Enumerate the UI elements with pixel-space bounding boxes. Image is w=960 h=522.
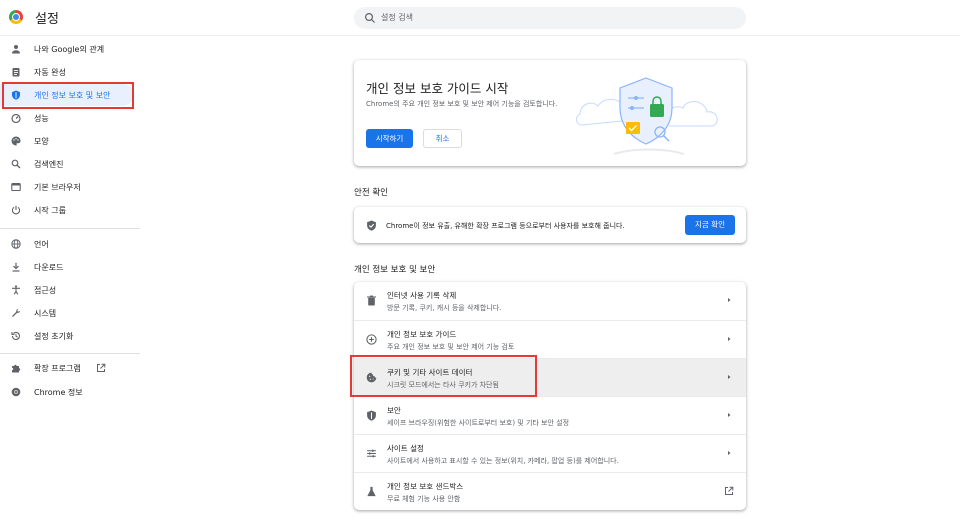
sidebar-item-system[interactable]: 시스템 bbox=[0, 302, 134, 324]
privacy-section-heading: 개인 정보 보호 및 보안 bbox=[354, 265, 436, 275]
sidebar-item-default-browser[interactable]: 기본 브라우저 bbox=[0, 176, 134, 198]
chrome-logo-icon bbox=[9, 10, 23, 24]
list-item-title: 개인 정보 보호 샌드박스 bbox=[387, 482, 464, 491]
list-item-title: 인터넷 사용 기록 삭제 bbox=[387, 291, 457, 300]
list-item-security[interactable]: 보안 세이프 브라우징(위험한 사이트로부터 보호) 및 기타 보안 설정 bbox=[354, 396, 746, 434]
sidebar-item-label: 검색엔진 bbox=[34, 160, 64, 169]
puzzle-icon bbox=[12, 364, 21, 373]
sidebar-item-label: 나와 Google의 관계 bbox=[34, 45, 105, 54]
chevron-right-icon bbox=[728, 298, 731, 302]
shield-check-icon bbox=[367, 220, 376, 231]
safety-check-heading: 안전 확인 bbox=[354, 188, 388, 198]
tune-icon bbox=[367, 449, 376, 458]
palette-icon bbox=[11, 136, 21, 146]
sidebar-item-label: 모양 bbox=[34, 137, 49, 146]
page-title: 설정 bbox=[35, 12, 59, 27]
sidebar-item-label: 성능 bbox=[34, 114, 49, 123]
search-icon bbox=[364, 12, 375, 23]
sidebar-item-label: 자동 완성 bbox=[34, 68, 66, 77]
top-bar: 설정 설정 검색 bbox=[0, 0, 960, 36]
list-item-subtitle: 세이프 브라우징(위험한 사이트로부터 보호) 및 기타 보안 설정 bbox=[387, 419, 570, 427]
privacy-guide-description: Chrome의 주요 개인 정보 보호 및 보안 제어 기능을 검토합니다. bbox=[366, 100, 558, 108]
sidebar-item-label: 접근성 bbox=[34, 286, 57, 295]
chevron-right-icon bbox=[728, 413, 731, 417]
sidebar-item-languages[interactable]: 언어 bbox=[0, 233, 134, 255]
external-link-icon bbox=[725, 486, 734, 495]
sidebar-item-label: 다운로드 bbox=[34, 263, 64, 272]
list-item-subtitle: 방문 기록, 쿠키, 캐시 등을 삭제합니다. bbox=[387, 304, 502, 312]
browser-icon bbox=[11, 182, 21, 192]
sidebar-item-downloads[interactable]: 다운로드 bbox=[0, 256, 134, 278]
sidebar-item-appearance[interactable]: 모양 bbox=[0, 130, 134, 152]
list-item-title: 사이트 설정 bbox=[387, 444, 424, 453]
reset-icon bbox=[11, 331, 20, 340]
accessibility-icon bbox=[12, 285, 20, 295]
list-item-subtitle: 주요 개인 정보 보호 및 보안 제어 기능 검토 bbox=[387, 343, 515, 351]
sidebar-item-label: 언어 bbox=[34, 240, 49, 249]
wrench-icon bbox=[12, 308, 21, 317]
sidebar-item-label: 설정 초기화 bbox=[34, 332, 74, 341]
list-item-title: 개인 정보 보호 가이드 bbox=[387, 330, 457, 339]
sidebar-item-label: 시작 그룹 bbox=[34, 206, 66, 215]
safety-check-text: Chrome이 정보 유출, 유해한 확장 프로그램 등으로부터 사용자를 보호… bbox=[386, 222, 625, 230]
sidebar-item-reset[interactable]: 설정 초기화 bbox=[0, 325, 134, 347]
trash-icon bbox=[367, 295, 376, 306]
safety-check-card: Chrome이 정보 유출, 유해한 확장 프로그램 등으로부터 사용자를 보호… bbox=[354, 207, 746, 243]
chevron-right-icon bbox=[728, 375, 731, 379]
download-icon bbox=[12, 262, 20, 272]
privacy-guide-illustration bbox=[575, 77, 718, 155]
list-item-privacy-guide[interactable]: 개인 정보 보호 가이드 주요 개인 정보 보호 및 보안 제어 기능 검토 bbox=[354, 320, 746, 358]
sidebar-item-extensions[interactable]: 확장 프로그램 bbox=[0, 357, 134, 379]
add-circle-icon bbox=[366, 334, 377, 345]
sidebar-item-google[interactable]: 나와 Google의 관계 bbox=[0, 38, 134, 60]
sidebar-item-about-chrome[interactable]: Chrome 정보 bbox=[0, 381, 134, 403]
check-now-button[interactable]: 지금 확인 bbox=[685, 215, 735, 235]
sidebar-item-startup[interactable]: 시작 그룹 bbox=[0, 199, 134, 221]
chevron-right-icon bbox=[728, 337, 731, 341]
power-icon bbox=[11, 205, 21, 215]
speedometer-icon bbox=[11, 113, 21, 123]
shield-icon bbox=[367, 410, 376, 421]
privacy-guide-title: 개인 정보 보호 가이드 시작 bbox=[366, 81, 509, 96]
list-item-clear-browsing-data[interactable]: 인터넷 사용 기록 삭제 방문 기록, 쿠키, 캐시 등을 삭제합니다. bbox=[354, 282, 746, 320]
globe-icon bbox=[11, 239, 21, 249]
chevron-right-icon bbox=[728, 451, 731, 455]
settings-page: 설정 설정 검색 나와 Google의 관계 자동 완성 개인 정보 보호 및 … bbox=[0, 0, 960, 522]
highlight-box-cookies bbox=[350, 355, 537, 397]
chrome-icon bbox=[11, 387, 21, 397]
list-item-site-settings[interactable]: 사이트 설정 사이트에서 사용하고 표시할 수 있는 정보(위치, 카메라, 팝… bbox=[354, 434, 746, 472]
search-input[interactable]: 설정 검색 bbox=[354, 7, 746, 29]
person-icon bbox=[12, 45, 20, 54]
sidebar-item-label: Chrome 정보 bbox=[34, 388, 83, 397]
sidebar-item-accessibility[interactable]: 접근성 bbox=[0, 279, 134, 301]
list-item-subtitle: 무료 체험 기능 사용 안함 bbox=[387, 495, 461, 503]
highlight-box-sidebar bbox=[2, 82, 134, 109]
sidebar-divider bbox=[0, 228, 140, 229]
flask-icon bbox=[367, 486, 376, 497]
start-guide-button[interactable]: 시작하기 bbox=[366, 129, 413, 148]
sidebar-item-label: 기본 브라우저 bbox=[34, 183, 81, 192]
external-link-icon bbox=[97, 363, 106, 372]
sidebar-divider bbox=[0, 353, 140, 354]
sidebar-item-performance[interactable]: 성능 bbox=[0, 107, 134, 129]
cancel-guide-button[interactable]: 취소 bbox=[423, 129, 462, 148]
sidebar-item-autofill[interactable]: 자동 완성 bbox=[0, 61, 134, 83]
sidebar-item-label: 확장 프로그램 bbox=[34, 364, 81, 373]
privacy-guide-card: 개인 정보 보호 가이드 시작 Chrome의 주요 개인 정보 보호 및 보안… bbox=[354, 60, 746, 166]
sidebar-item-label: 시스템 bbox=[34, 309, 57, 318]
sidebar-item-search-engine[interactable]: 검색엔진 bbox=[0, 153, 134, 175]
search-icon bbox=[11, 159, 21, 169]
list-item-subtitle: 사이트에서 사용하고 표시할 수 있는 정보(위치, 카메라, 팝업 등)를 제… bbox=[387, 457, 619, 465]
search-placeholder: 설정 검색 bbox=[381, 13, 413, 22]
list-item-title: 보안 bbox=[387, 406, 401, 415]
list-item-privacy-sandbox[interactable]: 개인 정보 보호 샌드박스 무료 체험 기능 사용 안함 bbox=[354, 472, 746, 510]
clipboard-icon bbox=[12, 68, 20, 77]
